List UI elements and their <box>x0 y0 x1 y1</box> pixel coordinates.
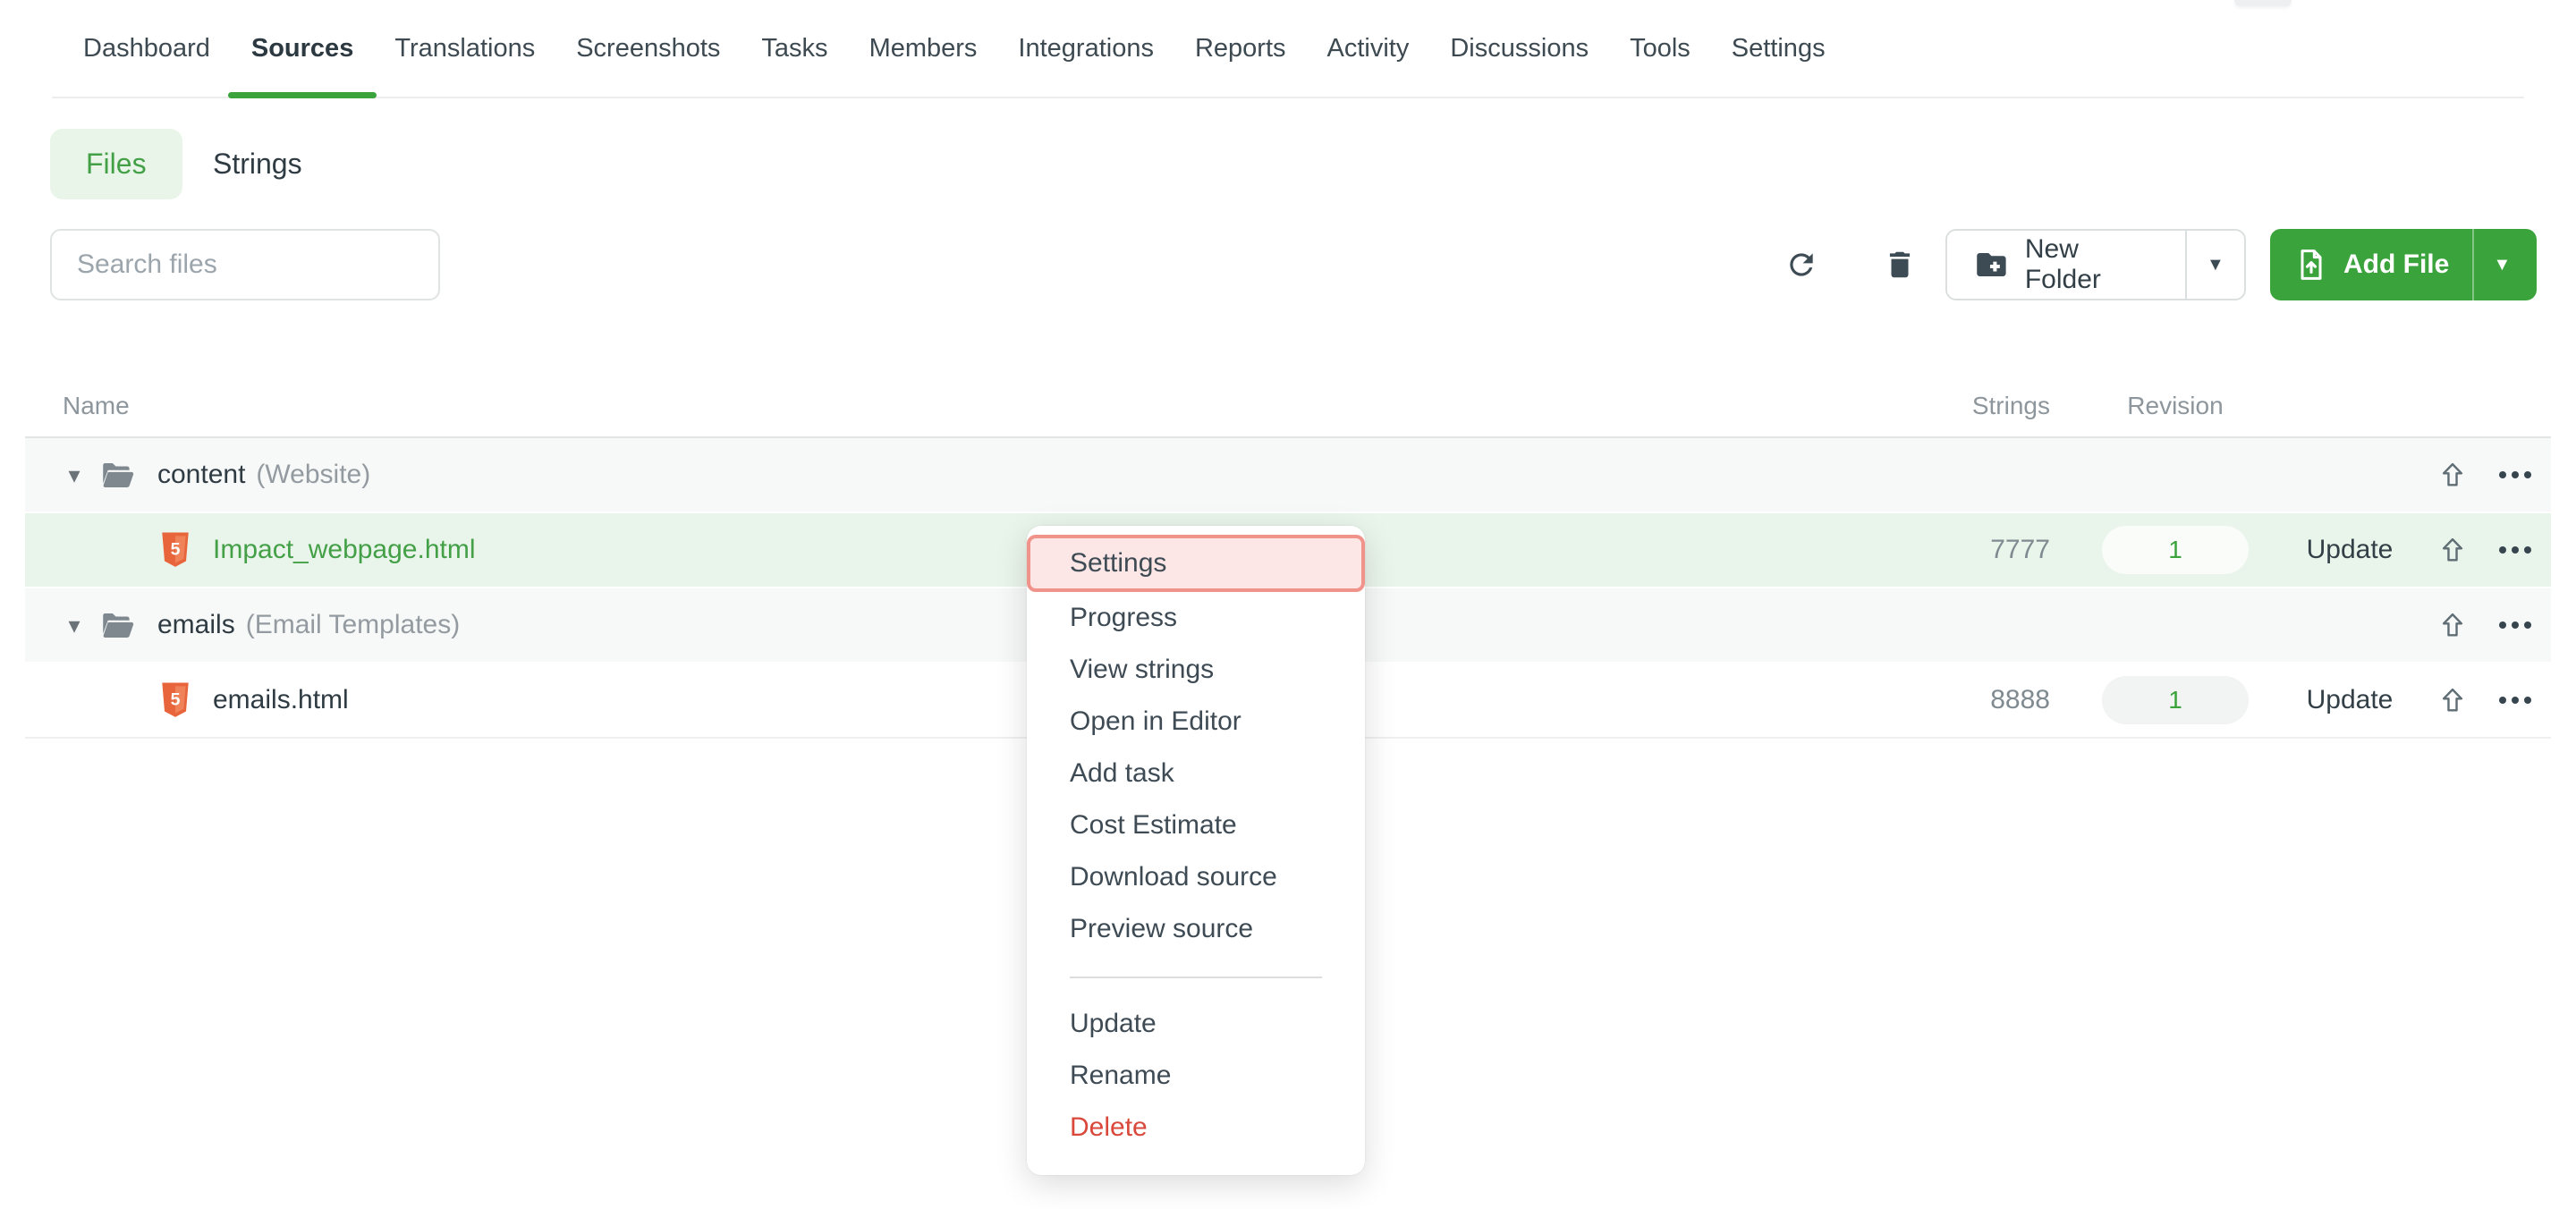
html5-file-icon: 5 <box>159 681 191 719</box>
upload-arrow-icon[interactable] <box>2426 610 2479 640</box>
column-header-name: Name <box>25 392 1925 420</box>
tab-strings[interactable]: Strings <box>204 129 311 199</box>
add-file-label: Add File <box>2343 249 2449 280</box>
folder-plus-icon <box>1974 247 2009 283</box>
folder-open-icon[interactable] <box>98 606 136 644</box>
nav-item-tools[interactable]: Tools <box>1609 0 1711 97</box>
folder-note: (Website) <box>256 460 370 490</box>
file-name[interactable]: Impact_webpage.html <box>213 535 476 565</box>
tab-files[interactable]: Files <box>50 129 182 199</box>
caret-down-icon[interactable]: ▾ <box>59 612 89 639</box>
delete-selected-button[interactable] <box>1875 240 1925 290</box>
menu-item-download-source[interactable]: Download source <box>1027 851 1365 903</box>
new-folder-button[interactable]: New Folder ▼ <box>1945 229 2246 300</box>
top-navigation: Dashboard Sources Translations Screensho… <box>52 0 2524 98</box>
update-link[interactable]: Update <box>2307 685 2394 715</box>
strings-count: 7777 <box>1925 535 2077 565</box>
more-dots-icon[interactable] <box>2479 471 2551 478</box>
nav-item-integrations[interactable]: Integrations <box>997 0 1174 97</box>
menu-item-preview-source[interactable]: Preview source <box>1027 903 1365 955</box>
chevron-down-icon: ▼ <box>2493 255 2511 275</box>
menu-item-delete[interactable]: Delete <box>1027 1102 1365 1154</box>
menu-divider <box>1070 976 1322 978</box>
refresh-icon <box>1784 248 1818 282</box>
menu-item-rename[interactable]: Rename <box>1027 1050 1365 1102</box>
nav-item-screenshots[interactable]: Screenshots <box>555 0 741 97</box>
revision-badge[interactable]: 1 <box>2102 676 2249 724</box>
more-dots-icon[interactable] <box>2479 621 2551 629</box>
svg-text:5: 5 <box>171 539 181 559</box>
more-dots-icon[interactable] <box>2479 546 2551 554</box>
table-row-folder-content[interactable]: ▾ content (Website) <box>25 438 2551 513</box>
more-dots-icon[interactable] <box>2479 697 2551 704</box>
add-file-dropdown[interactable]: ▼ <box>2474 229 2529 300</box>
context-menu: Settings Progress View strings Open in E… <box>1027 526 1365 1175</box>
table-header: Name Strings Revision <box>25 376 2551 436</box>
nav-item-activity[interactable]: Activity <box>1307 0 1430 97</box>
folder-name[interactable]: emails <box>157 610 235 640</box>
column-header-strings: Strings <box>1925 392 2077 420</box>
menu-item-cost-estimate[interactable]: Cost Estimate <box>1027 799 1365 851</box>
folder-note: (Email Templates) <box>246 610 461 640</box>
search-input[interactable] <box>50 229 440 300</box>
menu-item-settings[interactable]: Settings <box>1027 535 1365 592</box>
strings-count: 8888 <box>1925 685 2077 715</box>
html5-file-icon: 5 <box>159 531 191 569</box>
menu-item-progress[interactable]: Progress <box>1027 592 1365 644</box>
revision-badge[interactable]: 1 <box>2102 526 2249 574</box>
refresh-button[interactable] <box>1776 240 1826 290</box>
menu-item-view-strings[interactable]: View strings <box>1027 644 1365 696</box>
nav-item-dashboard[interactable]: Dashboard <box>63 0 231 97</box>
file-upload-icon <box>2293 247 2329 283</box>
nav-item-translations[interactable]: Translations <box>374 0 555 97</box>
update-link[interactable]: Update <box>2307 535 2394 565</box>
menu-item-update[interactable]: Update <box>1027 998 1365 1050</box>
trash-icon <box>1883 248 1917 282</box>
file-name[interactable]: emails.html <box>213 685 349 715</box>
add-file-button[interactable]: Add File ▼ <box>2270 229 2537 300</box>
nav-item-tasks[interactable]: Tasks <box>741 0 848 97</box>
nav-item-settings[interactable]: Settings <box>1711 0 1846 97</box>
caret-down-icon[interactable]: ▾ <box>59 461 89 489</box>
upload-arrow-icon[interactable] <box>2426 685 2479 715</box>
column-header-revision: Revision <box>2077 392 2274 420</box>
new-folder-label: New Folder <box>2025 234 2158 295</box>
nav-item-sources[interactable]: Sources <box>231 0 374 97</box>
nav-item-reports[interactable]: Reports <box>1174 0 1307 97</box>
new-folder-dropdown[interactable]: ▼ <box>2187 231 2244 299</box>
menu-item-open-in-editor[interactable]: Open in Editor <box>1027 696 1365 748</box>
partial-popover-edge <box>2234 0 2292 6</box>
folder-open-icon[interactable] <box>98 456 136 494</box>
svg-text:5: 5 <box>171 689 181 709</box>
chevron-down-icon: ▼ <box>2207 255 2224 275</box>
menu-item-add-task[interactable]: Add task <box>1027 748 1365 799</box>
upload-arrow-icon[interactable] <box>2426 460 2479 490</box>
upload-arrow-icon[interactable] <box>2426 535 2479 565</box>
nav-item-discussions[interactable]: Discussions <box>1429 0 1609 97</box>
nav-item-members[interactable]: Members <box>849 0 998 97</box>
folder-name[interactable]: content <box>157 460 245 490</box>
